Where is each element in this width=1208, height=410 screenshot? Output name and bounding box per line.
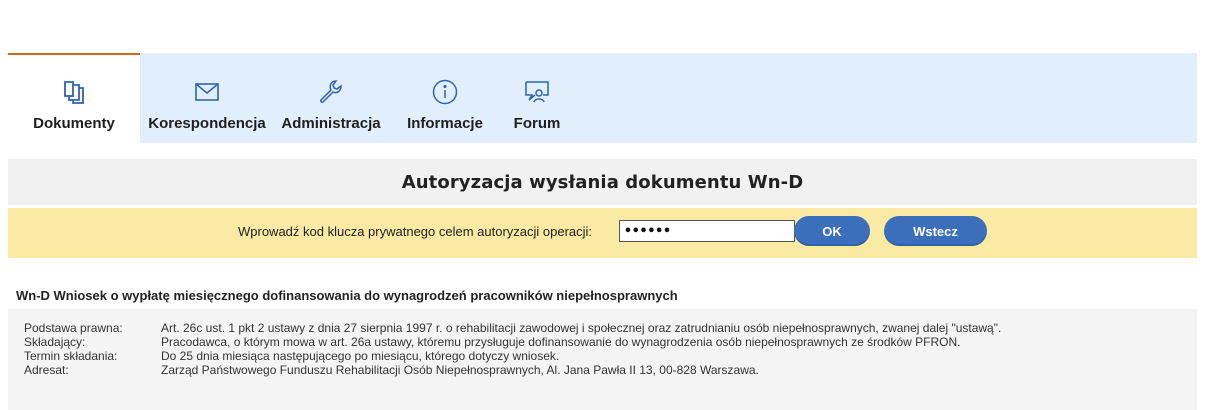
page-title: Autoryzacja wysłania dokumentu Wn-D: [401, 171, 804, 193]
nav-label-forum: Forum: [513, 115, 561, 132]
nav-item-informacje[interactable]: Informacje: [388, 53, 502, 143]
nav-label-korespondencja: Korespondencja: [148, 115, 266, 132]
title-bar: Autoryzacja wysłania dokumentu Wn-D: [8, 159, 1197, 205]
nav-item-dokumenty[interactable]: Dokumenty: [8, 53, 140, 143]
detail-value: Pracodawca, o którym mowa w art. 26a ust…: [161, 335, 961, 349]
detail-key: Adresat:: [24, 363, 69, 377]
nav-item-forum[interactable]: Forum: [502, 53, 572, 143]
detail-key: Termin składania:: [24, 349, 118, 363]
private-key-label: Wprowadź kod klucza prywatnego celem aut…: [238, 224, 593, 239]
nav-label-informacje: Informacje: [407, 115, 483, 132]
nav-item-administracja[interactable]: Administracja: [274, 53, 388, 143]
detail-row: Adresat: Zarząd Państwowego Funduszu Reh…: [24, 363, 1001, 377]
ok-button[interactable]: OK: [794, 216, 870, 246]
envelope-icon: [195, 77, 219, 107]
documents-icon: [63, 77, 85, 107]
nav-label-dokumenty: Dokumenty: [33, 115, 115, 132]
main-nav: Dokumenty Korespondencja Administracja I…: [8, 53, 1197, 143]
detail-row: Podstawa prawna: Art. 26c ust. 1 pkt 2 u…: [24, 321, 1001, 335]
wrench-icon: [318, 77, 344, 107]
auth-bar: Wprowadź kod klucza prywatnego celem aut…: [8, 208, 1197, 258]
private-key-input[interactable]: [619, 220, 795, 242]
detail-key: Podstawa prawna:: [24, 321, 123, 335]
detail-key: Składający:: [24, 335, 86, 349]
nav-item-korespondencja[interactable]: Korespondencja: [140, 53, 274, 143]
document-heading: Wn-D Wniosek o wypłatę miesięcznego dofi…: [16, 288, 678, 303]
detail-value: Do 25 dnia miesiąca następującego po mie…: [161, 349, 560, 363]
detail-value: Art. 26c ust. 1 pkt 2 ustawy z dnia 27 s…: [161, 321, 1002, 335]
info-icon: [432, 77, 458, 107]
document-details: Podstawa prawna: Art. 26c ust. 1 pkt 2 u…: [8, 309, 1197, 410]
back-button[interactable]: Wstecz: [884, 216, 987, 246]
detail-row: Składający: Pracodawca, o którym mowa w …: [24, 335, 1001, 349]
detail-row: Termin składania: Do 25 dnia miesiąca na…: [24, 349, 1001, 363]
document-details-table: Podstawa prawna: Art. 26c ust. 1 pkt 2 u…: [24, 321, 1001, 377]
forum-icon: [524, 77, 550, 107]
detail-value: Zarząd Państwowego Funduszu Rehabilitacj…: [161, 363, 759, 377]
nav-label-administracja: Administracja: [281, 115, 381, 132]
